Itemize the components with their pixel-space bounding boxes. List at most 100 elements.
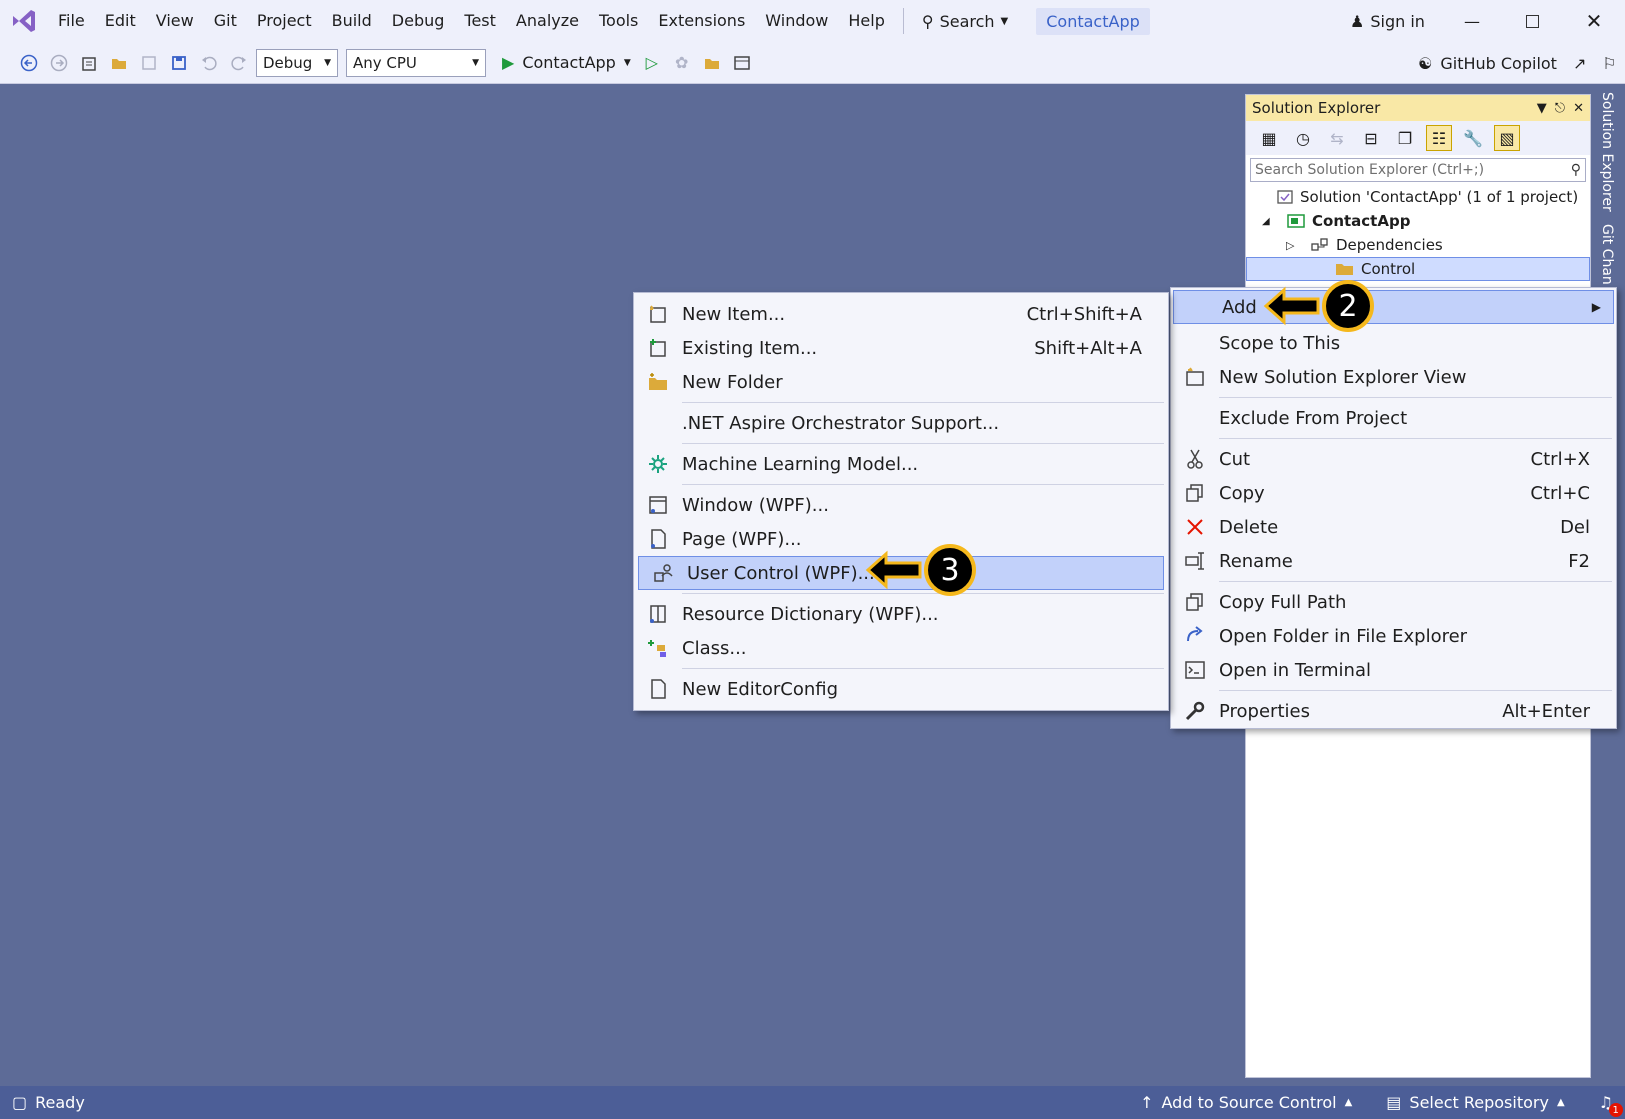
platform-dropdown[interactable]: Any CPU ▼ bbox=[346, 48, 486, 77]
menu-window[interactable]: Window bbox=[755, 0, 838, 42]
resource-dictionary-icon bbox=[634, 603, 682, 625]
solution-explorer-side-tab[interactable]: Solution Explorer bbox=[1591, 86, 1623, 218]
select-repository-button[interactable]: ▤ Select Repository ▲ bbox=[1374, 1093, 1576, 1112]
menu-file[interactable]: File bbox=[48, 0, 95, 42]
start-debugging-button[interactable]: ▶ ContactApp ▼ bbox=[502, 53, 631, 72]
menu-item-delete[interactable]: Delete Del bbox=[1171, 510, 1616, 544]
menu-item-label: Delete bbox=[1219, 516, 1279, 538]
menu-tools[interactable]: Tools bbox=[589, 0, 648, 42]
navigate-forward-icon[interactable] bbox=[46, 50, 72, 76]
add-menu-item-net-aspire-orchestrator-support[interactable]: .NET Aspire Orchestrator Support... bbox=[634, 406, 1168, 440]
pending-changes-filter-icon[interactable]: ◷ bbox=[1290, 125, 1316, 151]
open-file-icon[interactable] bbox=[106, 50, 132, 76]
hot-reload-icon[interactable]: ✿ bbox=[669, 50, 695, 76]
add-menu-item-new-folder[interactable]: New Folder bbox=[634, 365, 1168, 399]
undo-icon[interactable] bbox=[196, 50, 222, 76]
add-menu-item-resource-dictionary-wpf[interactable]: Resource Dictionary (WPF)... bbox=[634, 597, 1168, 631]
file-icon bbox=[634, 678, 682, 700]
maximize-button[interactable] bbox=[1503, 0, 1561, 42]
show-all-files-icon[interactable]: ❐ bbox=[1392, 125, 1418, 151]
tree-item-project[interactable]: ◢ ContactApp bbox=[1246, 209, 1590, 233]
solution-explorer-search-input[interactable]: Search Solution Explorer (Ctrl+;) ⚲ bbox=[1250, 158, 1586, 182]
menu-item-scope-to-this[interactable]: Scope to This bbox=[1171, 326, 1616, 360]
folder-view-icon[interactable] bbox=[699, 50, 725, 76]
menu-item-label: New Item... bbox=[682, 303, 786, 325]
menu-item-label: Existing Item... bbox=[682, 337, 818, 359]
menu-build[interactable]: Build bbox=[322, 0, 382, 42]
chevron-down-icon: ▼ bbox=[1000, 15, 1009, 27]
sync-with-document-icon[interactable]: ⇆ bbox=[1324, 125, 1350, 151]
github-copilot-button[interactable]: ☯ GitHub Copilot ↗ ⚐ bbox=[1418, 42, 1617, 84]
menu-separator bbox=[902, 8, 904, 34]
menu-item-shortcut: Shift+Alt+A bbox=[1034, 337, 1142, 359]
properties-icon[interactable]: 🔧 bbox=[1460, 125, 1486, 151]
start-without-debugging-icon[interactable]: ▷ bbox=[639, 50, 665, 76]
switch-views-icon[interactable]: ▦ bbox=[1256, 125, 1282, 151]
save-icon[interactable] bbox=[136, 50, 162, 76]
close-button[interactable]: ✕ bbox=[1565, 0, 1623, 42]
menu-item-copy[interactable]: Copy Ctrl+C bbox=[1171, 476, 1616, 510]
minimize-button[interactable]: — bbox=[1443, 0, 1501, 42]
step-number-badge: 2 bbox=[1322, 280, 1374, 332]
add-menu-item-new-editorconfig[interactable]: New EditorConfig bbox=[634, 672, 1168, 706]
menu-item-copy-full-path[interactable]: Copy Full Path bbox=[1171, 585, 1616, 619]
add-menu-item-class[interactable]: Class... bbox=[634, 631, 1168, 665]
menu-item-new-solution-explorer-view[interactable]: New Solution Explorer View bbox=[1171, 360, 1616, 394]
collapse-all-icon[interactable]: ⊟ bbox=[1358, 125, 1384, 151]
menu-extensions[interactable]: Extensions bbox=[648, 0, 755, 42]
notifications-button[interactable]: ♫ 1 bbox=[1587, 1093, 1625, 1117]
new-folder-icon bbox=[634, 371, 682, 393]
add-menu-item-machine-learning-model[interactable]: Machine Learning Model... bbox=[634, 447, 1168, 481]
menu-analyze[interactable]: Analyze bbox=[506, 0, 589, 42]
menu-edit[interactable]: Edit bbox=[95, 0, 146, 42]
git-changes-side-tab[interactable]: Git Chan bbox=[1591, 218, 1623, 291]
menu-item-open-folder-in-file-explorer[interactable]: Open Folder in File Explorer bbox=[1171, 619, 1616, 653]
share-icon[interactable]: ↗ bbox=[1573, 54, 1586, 73]
preview-selected-items-icon[interactable]: ▧ bbox=[1494, 125, 1520, 151]
menu-view[interactable]: View bbox=[146, 0, 204, 42]
menu-test[interactable]: Test bbox=[454, 0, 506, 42]
menu-item-properties[interactable]: Properties Alt+Enter bbox=[1171, 694, 1616, 728]
menu-item-label: .NET Aspire Orchestrator Support... bbox=[682, 412, 1000, 434]
filter-icon[interactable]: ☷ bbox=[1426, 125, 1452, 151]
menu-item-rename[interactable]: Rename F2 bbox=[1171, 544, 1616, 578]
navigate-back-icon[interactable] bbox=[16, 50, 42, 76]
solution-explorer-toolbar: ▦ ◷ ⇆ ⊟ ❐ ☷ 🔧 ▧ bbox=[1246, 121, 1590, 155]
repository-label: Select Repository bbox=[1409, 1093, 1549, 1112]
add-to-source-control-button[interactable]: ↑ Add to Source Control ▲ bbox=[1128, 1093, 1364, 1112]
menu-debug[interactable]: Debug bbox=[382, 0, 455, 42]
menu-item-cut[interactable]: Cut Ctrl+X bbox=[1171, 442, 1616, 476]
add-menu-item-new-item[interactable]: New Item... Ctrl+Shift+A bbox=[634, 297, 1168, 331]
open-folder-arrow-icon bbox=[1171, 625, 1219, 647]
window-layout-icon[interactable] bbox=[729, 50, 755, 76]
menu-item-label: Open in Terminal bbox=[1219, 659, 1371, 681]
tree-item-solution[interactable]: Solution 'ContactApp' (1 of 1 project) bbox=[1246, 185, 1590, 209]
new-project-icon[interactable] bbox=[76, 50, 102, 76]
pin-icon[interactable]: ⎋ bbox=[1555, 101, 1565, 116]
add-menu-item-existing-item[interactable]: Existing Item... Shift+Alt+A bbox=[634, 331, 1168, 365]
search-button[interactable]: ⚲ Search ▼ bbox=[912, 12, 1018, 31]
feedback-icon[interactable]: ⚐ bbox=[1602, 54, 1616, 73]
menu-item-open-in-terminal[interactable]: Open in Terminal bbox=[1171, 653, 1616, 687]
menu-item-label: New Folder bbox=[682, 371, 783, 393]
close-panel-icon[interactable]: ✕ bbox=[1573, 101, 1584, 116]
collapsed-chevron-icon[interactable]: ▷ bbox=[1286, 239, 1310, 252]
tree-item-control-folder[interactable]: Control bbox=[1246, 257, 1590, 281]
tree-item-dependencies[interactable]: ▷ Dependencies bbox=[1246, 233, 1590, 257]
menu-item-add[interactable]: Add ▶ bbox=[1173, 290, 1614, 324]
redo-icon[interactable] bbox=[226, 50, 252, 76]
menu-git[interactable]: Git bbox=[204, 0, 247, 42]
menu-item-exclude-from-project[interactable]: Exclude From Project bbox=[1171, 401, 1616, 435]
configuration-dropdown[interactable]: Debug ▼ bbox=[256, 48, 338, 77]
sign-in-button[interactable]: ♟ Sign in bbox=[1350, 0, 1425, 42]
menu-separator bbox=[1219, 438, 1612, 439]
save-all-icon[interactable] bbox=[166, 50, 192, 76]
minimize-icon: — bbox=[1464, 11, 1480, 31]
terminal-icon bbox=[1171, 659, 1219, 681]
add-menu-item-window-wpf[interactable]: Window (WPF)... bbox=[634, 488, 1168, 522]
window-position-dropdown-icon[interactable]: ▼ bbox=[1537, 101, 1547, 116]
menu-item-label: Class... bbox=[682, 637, 747, 659]
menu-project[interactable]: Project bbox=[247, 0, 322, 42]
expanded-chevron-icon[interactable]: ◢ bbox=[1262, 216, 1286, 227]
menu-help[interactable]: Help bbox=[838, 0, 894, 42]
